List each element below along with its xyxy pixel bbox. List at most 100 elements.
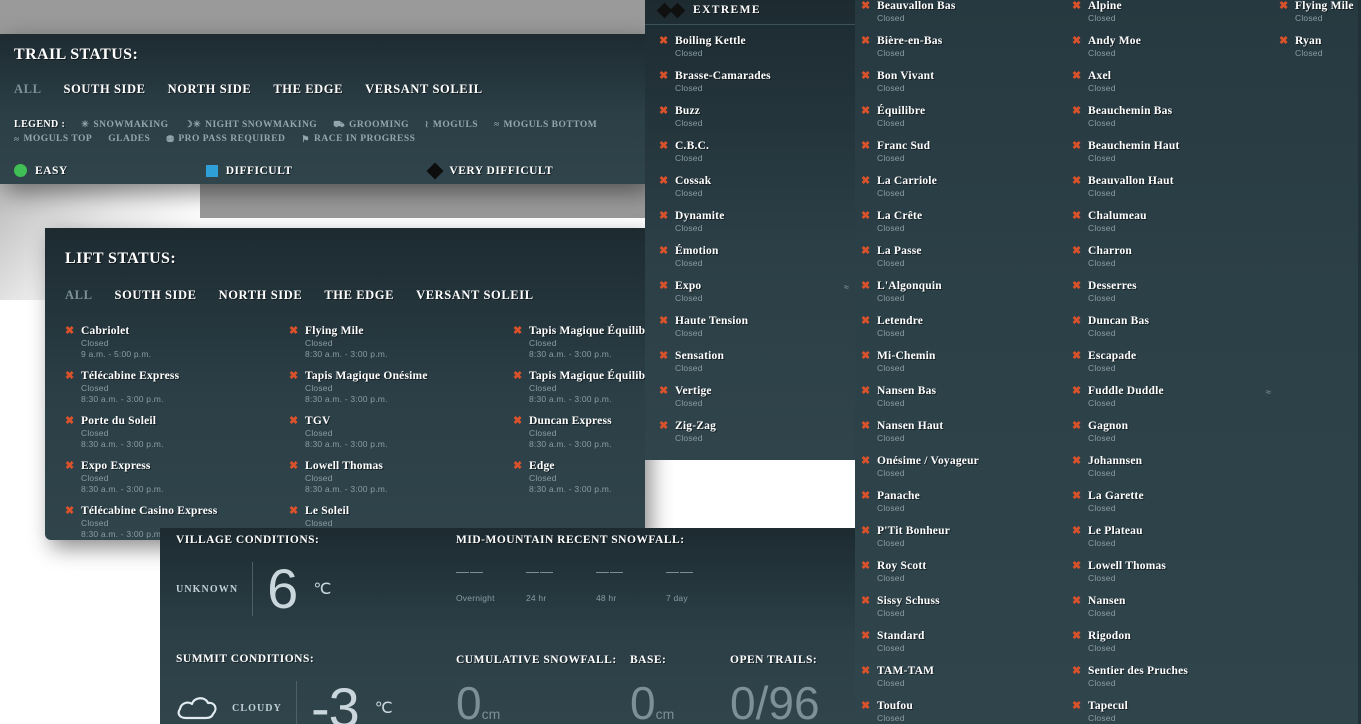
trail-item[interactable]: ✖ Standard Closed — [861, 630, 1070, 654]
trail-item[interactable]: ✖ La Carriole Closed — [861, 175, 1070, 199]
lift-tab-south-side[interactable]: SOUTH SIDE — [115, 288, 197, 303]
trail-tab-versant-soleil[interactable]: VERSANT SOLEIL — [365, 82, 483, 97]
trail-item[interactable]: ✖ Beauchemin Bas Closed — [1072, 105, 1277, 129]
trail-item[interactable]: ✖ Chalumeau Closed — [1072, 210, 1277, 234]
trail-item[interactable]: ✖ Brasse-Camarades Closed — [659, 70, 855, 94]
trail-item[interactable]: ✖ TAM-TAM Closed — [861, 665, 1070, 689]
status-label: Closed — [877, 608, 905, 618]
trail-item[interactable]: ✖ Letendre Closed — [861, 315, 1070, 339]
trail-item[interactable]: ✖ Axel Closed — [1072, 70, 1277, 94]
trail-item[interactable]: ✖ Roy Scott Closed — [861, 560, 1070, 584]
trail-item[interactable]: ✖ Escapade Closed — [1072, 350, 1277, 374]
trail-item[interactable]: ✖ C.B.C. Closed — [659, 140, 855, 164]
trail-item[interactable]: ✖ Rigodon Closed — [1072, 630, 1277, 654]
trail-item[interactable]: ✖ Nansen Closed — [1072, 595, 1277, 619]
snowfall-value: —— — [526, 564, 554, 579]
legend-item-label: MOGULS BOTTOM — [503, 119, 598, 130]
trail-item[interactable]: ✖ Bon Vivant Closed — [861, 70, 1070, 94]
trail-item[interactable]: ✖ La Passe Closed — [861, 245, 1070, 269]
cumulative-snowfall-title: CUMULATIVE SNOWFALL: — [456, 654, 617, 666]
trail-item[interactable]: ✖ Sissy Schuss Closed — [861, 595, 1070, 619]
lift-item[interactable]: ✖ Porte du Soleil Closed 8:30 a.m. - 3:00 p… — [65, 415, 289, 450]
lift-item[interactable]: ✖ Lowell Thomas Closed 8:30 a.m. - 3:00 p.m… — [289, 460, 513, 495]
lift-item[interactable]: ✖ Edge Closed 8:30 a.m. - 3:00 p.m. — [513, 460, 665, 495]
trail-item[interactable]: ✖ Mi-Chemin Closed — [861, 350, 1070, 374]
trail-item[interactable]: ✖ Alpine Closed — [1072, 0, 1277, 24]
trail-item[interactable]: ✖ Sensation Closed — [659, 350, 855, 374]
lift-tab-the-edge[interactable]: THE EDGE — [324, 288, 394, 303]
lift-item[interactable]: ✖ Flying Mile Closed 8:30 a.m. - 3:00 p.m. — [289, 325, 513, 360]
trail-item[interactable]: ✖ Nansen Bas Closed — [861, 385, 1070, 409]
trail-item[interactable]: ✖ Dynamite Closed — [659, 210, 855, 234]
trail-item[interactable]: ✖ Nansen Haut Closed — [861, 420, 1070, 444]
trail-tab-all[interactable]: ALL — [14, 82, 42, 97]
trail-item[interactable]: ✖ Duncan Bas Closed — [1072, 315, 1277, 339]
trail-item[interactable]: ✖ Équilibre Closed — [861, 105, 1070, 129]
trail-item[interactable]: ✖ La Crête Closed — [861, 210, 1070, 234]
trail-item[interactable]: ✖ Le Plateau Closed — [1072, 525, 1277, 549]
lift-item[interactable]: ✖ TGV Closed 8:30 a.m. - 3:00 p.m. — [289, 415, 513, 450]
trail-tab-north-side[interactable]: NORTH SIDE — [168, 82, 252, 97]
snowfall-entry: —— 48 hr — [596, 564, 640, 603]
status-label: Closed — [1088, 468, 1116, 478]
trail-item[interactable]: ✖ Ryan Closed — [1279, 35, 1361, 59]
trail-item[interactable]: ✖ Expo Closed ≈ — [659, 280, 855, 304]
trail-item[interactable]: ✖ Haute Tension Closed — [659, 315, 855, 339]
trail-tab-south-side[interactable]: SOUTH SIDE — [64, 82, 146, 97]
trail-item[interactable]: ✖ Johannsen Closed — [1072, 455, 1277, 479]
trail-item[interactable]: ✖ Tapecul Closed — [1072, 700, 1277, 724]
lift-item[interactable]: ✖ Duncan Express Closed 8:30 a.m. - 3:00 p.… — [513, 415, 665, 450]
trail-tab-the-edge[interactable]: THE EDGE — [273, 82, 343, 97]
trail-item[interactable]: ✖ Beauvallon Haut Closed — [1072, 175, 1277, 199]
trail-item[interactable]: ✖ Boiling Kettle Closed — [659, 35, 855, 59]
trail-name: Onésime / Voyageur — [877, 455, 979, 467]
lift-item[interactable]: ✖ Télécabine Express Closed 8:30 a.m. - 3:0… — [65, 370, 289, 405]
trail-item[interactable]: ✖ Bière-en-Bas Closed — [861, 35, 1070, 59]
trail-item[interactable]: ✖ P'Tit Bonheur Closed — [861, 525, 1070, 549]
lift-tab-all[interactable]: ALL — [65, 288, 93, 303]
trail-item[interactable]: ✖ Andy Moe Closed — [1072, 35, 1277, 59]
trail-name: Nansen Bas — [877, 385, 937, 397]
trail-item[interactable]: ✖ Beauvallon Bas Closed — [861, 0, 1070, 24]
lift-item[interactable]: ✖ Cabriolet Closed 9 a.m. - 5:00 p.m. — [65, 325, 289, 360]
lift-tab-north-side[interactable]: NORTH SIDE — [219, 288, 303, 303]
trail-item[interactable]: ✖ Gagnon Closed — [1072, 420, 1277, 444]
trail-item[interactable]: ✖ Zig-Zag Closed — [659, 420, 855, 444]
legend-item-night-snowmaking: ☽✳ NIGHT SNOWMAKING — [185, 120, 318, 130]
trail-item[interactable]: ✖ Flying Mile Closed — [1279, 0, 1361, 24]
base-depth: BASE: 0cm — [630, 654, 674, 724]
lift-status-title: LIFT STATUS: — [65, 250, 177, 267]
trail-item[interactable]: ✖ La Garette Closed — [1072, 490, 1277, 514]
lift-name: Télécabine Casino Express — [81, 505, 218, 517]
trail-item[interactable]: ✖ Lowell Thomas Closed — [1072, 560, 1277, 584]
trail-item[interactable]: ✖ Charron Closed — [1072, 245, 1277, 269]
trail-item[interactable]: ✖ Onésime / Voyageur Closed — [861, 455, 1070, 479]
legend-item-label: SNOWMAKING — [93, 119, 169, 130]
status-label: Closed — [675, 48, 703, 58]
trail-item[interactable]: ✖ Franc Sud Closed — [861, 140, 1070, 164]
status-label: Closed — [877, 153, 905, 163]
lift-item[interactable]: ✖ Tapis Magique Équilibre 1 Closed 8:30 a.m… — [513, 370, 665, 405]
cumulative-snowfall-unit: cm — [481, 706, 501, 722]
trail-item[interactable]: ✖ Sentier des Pruches Closed — [1072, 665, 1277, 689]
status-label: Closed — [675, 433, 703, 443]
trail-item[interactable]: ✖ Panache Closed — [861, 490, 1070, 514]
trail-item[interactable]: ✖ Buzz Closed — [659, 105, 855, 129]
lift-item[interactable]: ✖ Tapis Magique Onésime Closed 8:30 a.m. - … — [289, 370, 513, 405]
trail-item[interactable]: ✖ Desserres Closed — [1072, 280, 1277, 304]
trail-item[interactable]: ✖ Vertige Closed — [659, 385, 855, 409]
trail-column-2: ✖ Alpine Closed ✖ Andy Moe Closed ✖ Axel Closed ✖… — [1070, 0, 1277, 724]
status-label: Closed — [1088, 48, 1116, 58]
trail-name: Zig-Zag — [675, 420, 717, 432]
lift-item[interactable]: ✖ Expo Express Closed 8:30 a.m. - 3:00 p.m. — [65, 460, 289, 495]
snowflake-icon: ✳ — [81, 119, 90, 129]
lift-tab-versant-soleil[interactable]: VERSANT SOLEIL — [416, 288, 534, 303]
trail-item[interactable]: ✖ Toufou Closed — [861, 700, 1070, 724]
trail-name: La Carriole — [877, 175, 938, 187]
lift-item[interactable]: ✖ Tapis Magique Équilibre 2 Closed 8:30 a.m… — [513, 325, 665, 360]
trail-item[interactable]: ✖ Émotion Closed — [659, 245, 855, 269]
trail-item[interactable]: ✖ L'Algonquin Closed — [861, 280, 1070, 304]
trail-item[interactable]: ✖ Fuddle Duddle Closed ≈ — [1072, 385, 1277, 409]
trail-item[interactable]: ✖ Beauchemin Haut Closed — [1072, 140, 1277, 164]
trail-item[interactable]: ✖ Cossak Closed — [659, 175, 855, 199]
